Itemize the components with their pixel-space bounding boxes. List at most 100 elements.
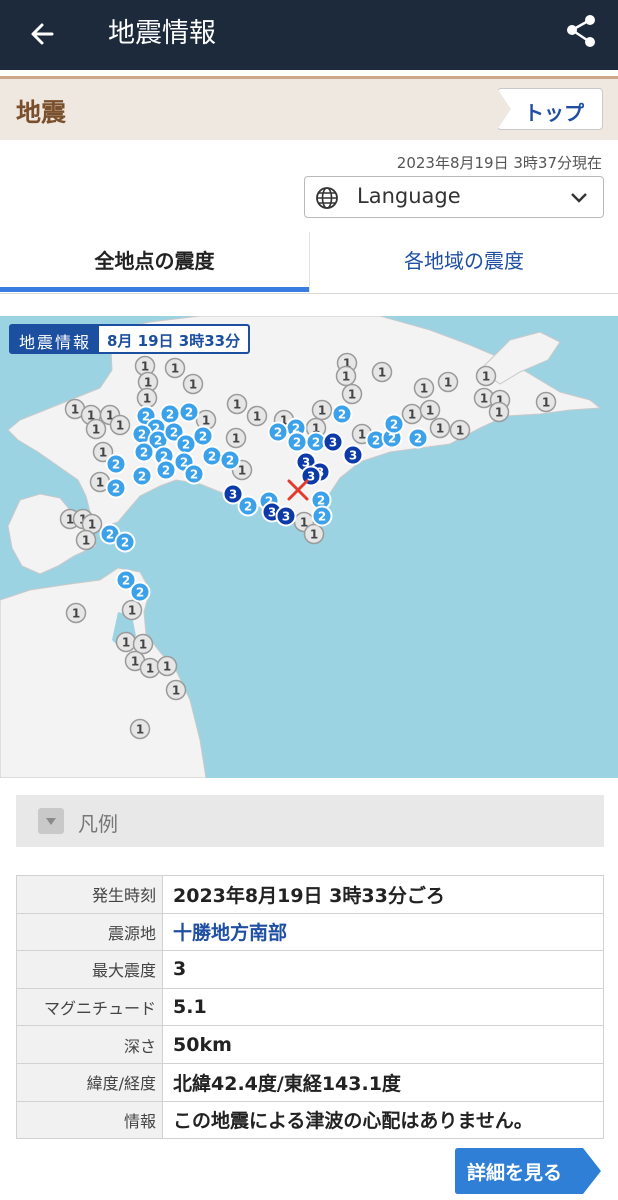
tab-all-points[interactable]: 全地点の震度 [0, 232, 309, 294]
intensity-marker-1[interactable]: 1 [246, 405, 268, 427]
intensity-marker-2[interactable]: 2 [155, 459, 177, 481]
detail-button-label: 詳細を見る [467, 1162, 563, 1184]
intensity-marker-label: 1 [88, 518, 96, 532]
intensity-marker-1[interactable]: 1 [335, 365, 357, 387]
intensity-marker-2[interactable]: 2 [383, 413, 405, 435]
intensity-marker-1[interactable]: 1 [121, 599, 143, 621]
row-value: 3 [162, 950, 604, 989]
intensity-marker-2[interactable]: 2 [407, 427, 429, 449]
intensity-marker-3[interactable]: 3 [222, 483, 244, 505]
intensity-marker-label: 1 [348, 388, 356, 402]
language-label: Language [357, 184, 461, 208]
intensity-marker-1[interactable]: 1 [115, 631, 137, 653]
intensity-marker-2[interactable]: 2 [331, 403, 353, 425]
intensity-marker-2[interactable]: 2 [105, 477, 127, 499]
expand-arrow-icon [38, 808, 64, 834]
intensity-marker-2[interactable]: 2 [201, 445, 223, 467]
intensity-marker-2[interactable]: 2 [192, 425, 214, 447]
intensity-marker-3[interactable]: 3 [342, 444, 364, 466]
intensity-marker-label: 1 [542, 396, 550, 410]
intensity-marker-1[interactable]: 1 [401, 403, 423, 425]
share-icon[interactable] [560, 10, 604, 54]
intensity-marker-label: 1 [172, 684, 180, 698]
intensity-marker-3[interactable]: 3 [275, 505, 297, 527]
intensity-marker-1[interactable]: 1 [413, 377, 435, 399]
intensity-marker-label: 2 [390, 418, 398, 432]
intensity-marker-1[interactable]: 1 [371, 361, 393, 383]
intensity-marker-label: 2 [293, 436, 301, 450]
intensity-marker-2[interactable]: 2 [267, 421, 289, 443]
intensity-marker-2[interactable]: 2 [114, 531, 136, 553]
legend-toggle[interactable]: 凡例 [16, 795, 604, 847]
intensity-marker-1[interactable]: 1 [535, 391, 557, 413]
intensity-marker-2[interactable]: 2 [311, 505, 333, 527]
intensity-marker-1[interactable]: 1 [85, 418, 107, 440]
intensity-marker-2[interactable]: 2 [286, 431, 308, 453]
intensity-marker-label: 3 [268, 506, 276, 520]
intensity-marker-label: 1 [141, 360, 149, 374]
intensity-marker-label: 1 [408, 408, 416, 422]
intensity-marker-1[interactable]: 1 [311, 399, 333, 421]
language-select[interactable]: Language [304, 176, 604, 218]
intensity-marker-1[interactable]: 1 [182, 373, 204, 395]
quake-info-table: 発生時刻 2023年8月19日 3時33分ごろ 震源地 十勝地方南部 最大震度 … [16, 875, 604, 1140]
intensity-marker-label: 1 [310, 528, 318, 542]
active-tab-indicator [0, 287, 309, 292]
intensity-marker-1[interactable]: 1 [75, 529, 97, 551]
intensity-marker-2[interactable]: 2 [159, 403, 181, 425]
intensity-marker-2[interactable]: 2 [219, 449, 241, 471]
row-value: 2023年8月19日 3時33分ごろ [162, 875, 604, 914]
tab-regions[interactable]: 各地域の震度 [309, 232, 618, 294]
intensity-marker-1[interactable]: 1 [225, 427, 247, 449]
intensity-map[interactable]: 1111111111111111111111111111111111111111… [0, 316, 618, 778]
top-button[interactable]: トップ [497, 88, 603, 130]
intensity-marker-1[interactable]: 1 [109, 414, 131, 436]
intensity-marker-1[interactable]: 1 [139, 657, 161, 679]
intensity-marker-label: 1 [420, 382, 428, 396]
intensity-marker-label: 2 [414, 432, 422, 446]
intensity-marker-1[interactable]: 1 [226, 393, 248, 415]
intensity-marker-label: 1 [436, 422, 444, 436]
intensity-marker-2[interactable]: 2 [131, 465, 153, 487]
intensity-marker-label: 2 [121, 536, 129, 550]
intensity-marker-1[interactable]: 1 [437, 371, 459, 393]
intensity-marker-1[interactable]: 1 [419, 399, 441, 421]
intensity-marker-label: 2 [112, 458, 120, 472]
intensity-marker-1[interactable]: 1 [475, 365, 497, 387]
arrow-left-icon[interactable] [22, 12, 66, 56]
intensity-marker-1[interactable]: 1 [341, 383, 363, 405]
detail-button[interactable]: 詳細を見る [455, 1148, 601, 1194]
intensity-marker-1[interactable]: 1 [129, 718, 151, 740]
intensity-marker-label: 2 [182, 438, 190, 452]
intensity-marker-2[interactable]: 2 [133, 441, 155, 463]
intensity-marker-1[interactable]: 1 [156, 655, 178, 677]
intensity-marker-label: 1 [96, 476, 104, 490]
intensity-marker-1[interactable]: 1 [429, 417, 451, 439]
intensity-marker-2[interactable]: 2 [105, 453, 127, 475]
intensity-marker-label: 1 [146, 662, 154, 676]
intensity-marker-1[interactable]: 1 [164, 357, 186, 379]
intensity-marker-2[interactable]: 2 [183, 463, 205, 485]
top-button-notch [497, 88, 511, 130]
epicenter-link[interactable]: 十勝地方南部 [162, 912, 604, 952]
intensity-marker-1[interactable]: 1 [132, 633, 154, 655]
intensity-marker-label: 1 [456, 424, 464, 438]
intensity-marker-label: 1 [163, 660, 171, 674]
intensity-marker-1[interactable]: 1 [488, 401, 510, 423]
intensity-marker-2[interactable]: 2 [129, 581, 151, 603]
table-row: マグニチュード 5.1 [16, 987, 604, 1027]
app-title: 地震情報 [108, 18, 216, 49]
intensity-marker-label: 3 [229, 488, 237, 502]
intensity-marker-1[interactable]: 1 [136, 387, 158, 409]
intensity-marker-label: 2 [166, 408, 174, 422]
intensity-marker-1[interactable]: 1 [65, 602, 87, 624]
intensity-marker-1[interactable]: 1 [449, 419, 471, 441]
intensity-marker-3[interactable]: 3 [322, 431, 344, 453]
intensity-marker-label: 1 [122, 636, 130, 650]
intensity-marker-label: 1 [82, 534, 90, 548]
intensity-marker-label: 2 [317, 494, 325, 508]
intensity-tabs: 全地点の震度 各地域の震度 [0, 232, 618, 294]
intensity-marker-1[interactable]: 1 [165, 679, 187, 701]
intensity-marker-2[interactable]: 2 [178, 401, 200, 423]
intensity-marker-1[interactable]: 1 [303, 523, 325, 545]
